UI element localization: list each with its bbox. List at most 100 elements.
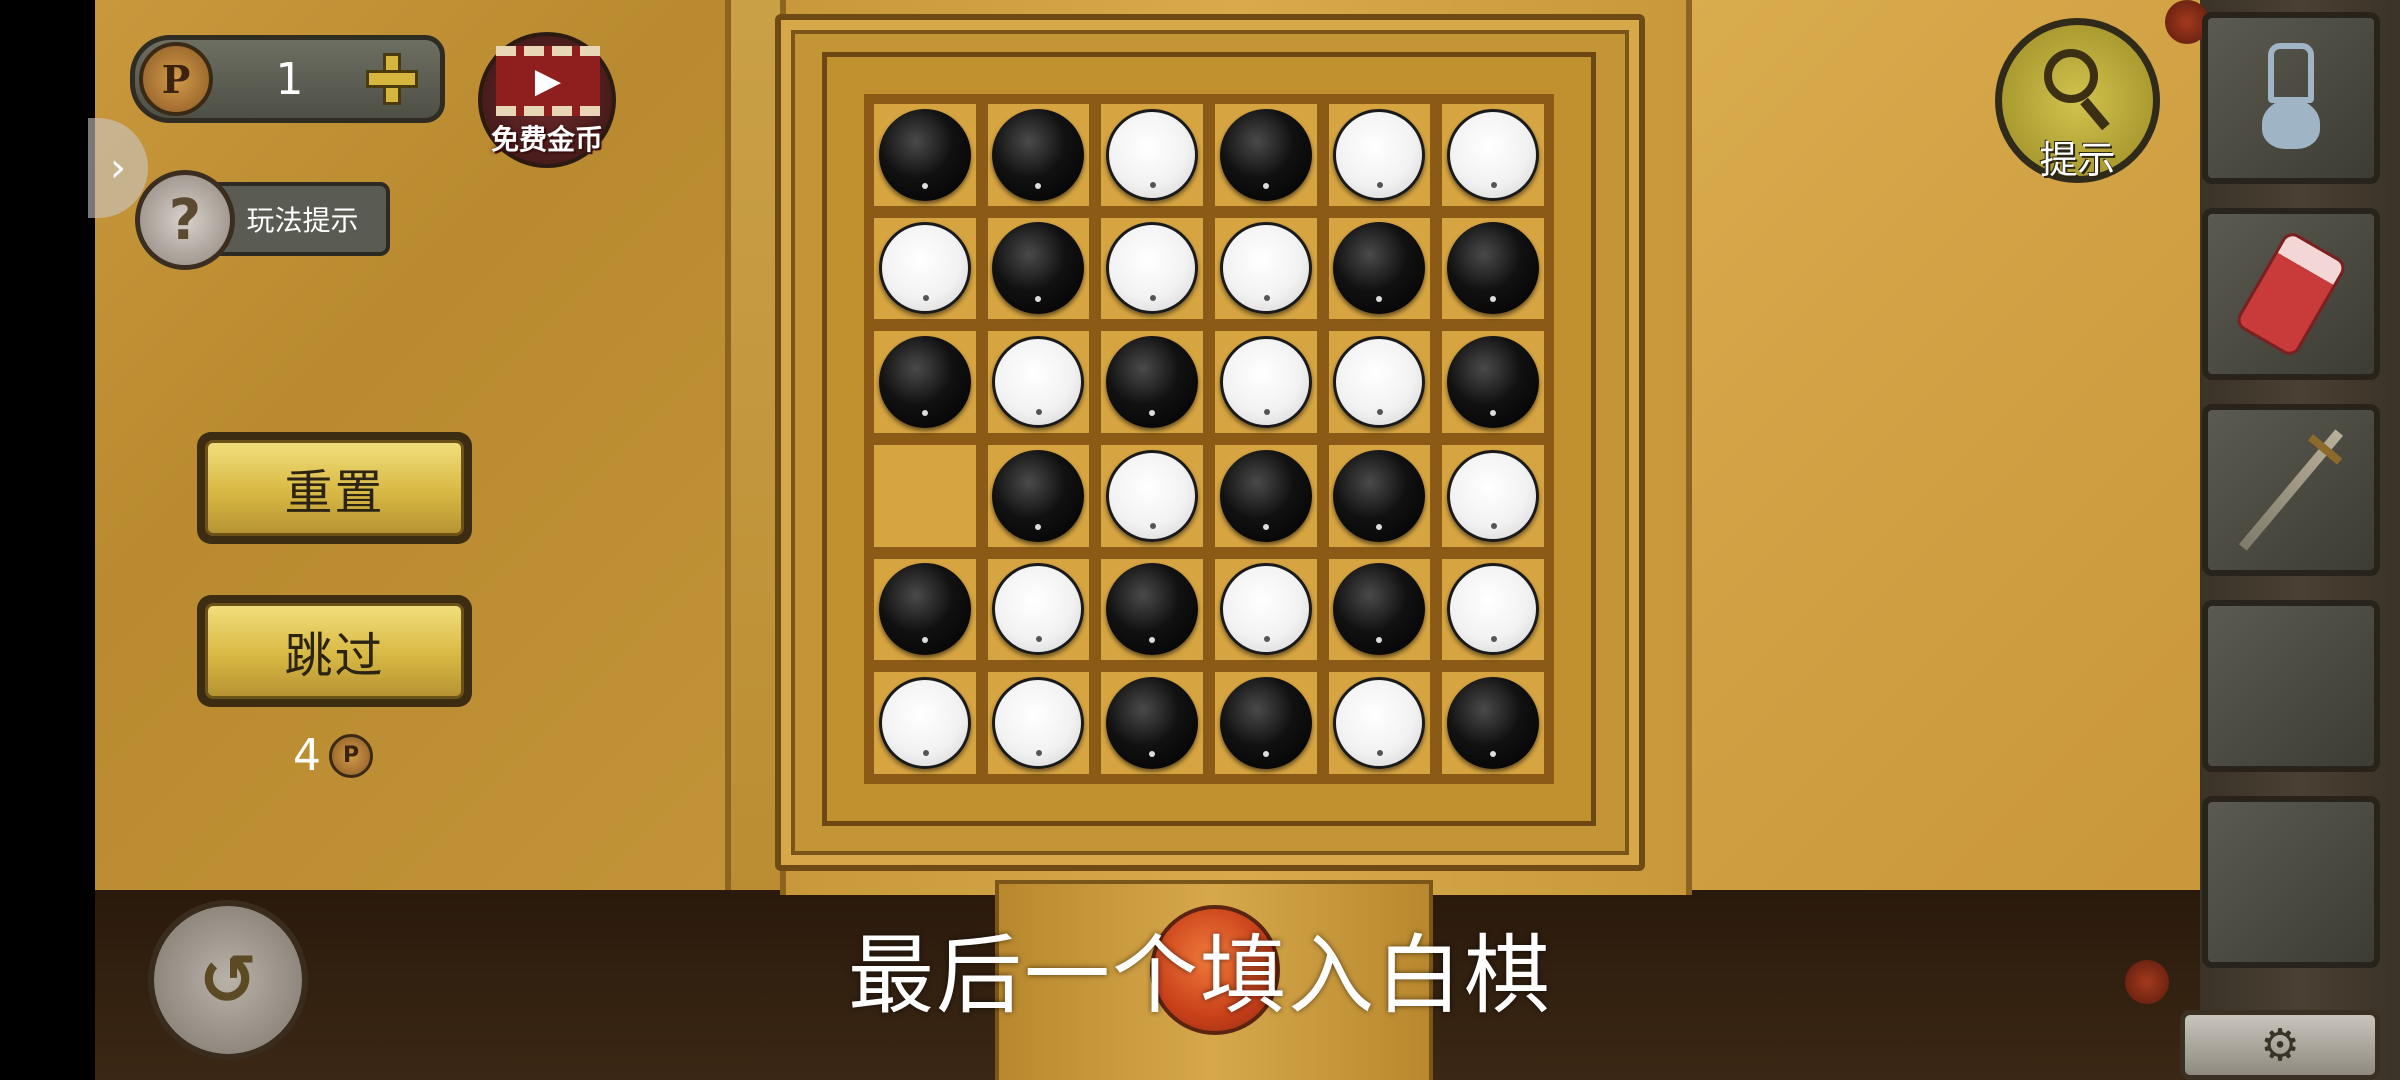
board-cell-4-4[interactable] (1214, 444, 1317, 547)
black-stone (1333, 563, 1426, 656)
black-stone (1333, 449, 1426, 542)
berry-decoration (2125, 960, 2169, 1004)
board-cell-6-5[interactable] (1328, 672, 1431, 774)
coin-icon: P (139, 42, 213, 116)
film-play-icon: ▶ (496, 46, 600, 116)
inventory-slot-4[interactable] (2202, 600, 2380, 772)
board-cell-6-2[interactable] (987, 672, 1090, 774)
white-stone (1106, 222, 1199, 315)
gear-icon: ⚙ (2260, 1019, 2300, 1071)
black-stone (1219, 108, 1312, 201)
black-stone (1219, 677, 1312, 770)
black-stone (1106, 563, 1199, 656)
black-stone (1447, 677, 1540, 770)
gameplay-help-button[interactable]: 玩法提示 ? (135, 170, 390, 270)
board-cell-4-1[interactable] (874, 444, 976, 547)
white-stone (1106, 108, 1199, 201)
white-stone (1106, 449, 1199, 542)
can-opener-icon (2256, 43, 2326, 153)
white-stone (1333, 108, 1426, 201)
black-stone (1219, 449, 1312, 542)
white-stone (992, 336, 1085, 429)
board-cell-1-6[interactable] (1442, 104, 1544, 206)
white-stone (878, 222, 971, 315)
white-stone (1447, 563, 1540, 656)
coin-count: 1 (275, 53, 304, 105)
inventory-slot-3[interactable] (2202, 404, 2380, 576)
settings-button[interactable]: ⚙ (2180, 1010, 2380, 1080)
board-cell-1-4[interactable] (1214, 104, 1317, 206)
reset-label: 重置 (205, 440, 464, 536)
black-stone (1106, 677, 1199, 770)
skip-cost: 4 P (293, 730, 373, 781)
reset-button[interactable]: 重置 (197, 432, 472, 544)
coin-icon: P (329, 733, 373, 778)
black-stone (992, 108, 1085, 201)
board-cell-5-1[interactable] (874, 558, 976, 661)
white-stone (1333, 336, 1426, 429)
board-cell-6-6[interactable] (1442, 672, 1544, 774)
board-cell-6-4[interactable] (1214, 672, 1317, 774)
black-stone (878, 108, 971, 201)
board-cell-6-3[interactable] (1101, 672, 1203, 774)
board-cell-6-1[interactable] (874, 672, 976, 774)
white-stone (1219, 563, 1312, 656)
board-cell-2-1[interactable] (874, 217, 976, 320)
subtitle-caption: 最后一个填入白棋 (848, 926, 1552, 1026)
board-cell-2-3[interactable] (1101, 217, 1203, 320)
board-cell-5-5[interactable] (1328, 558, 1431, 661)
board-cell-2-2[interactable] (987, 217, 1090, 320)
board-cell-1-3[interactable] (1101, 104, 1203, 206)
white-stone (1333, 677, 1426, 770)
add-coins-button[interactable] (366, 53, 418, 105)
magnifier-handle (2080, 97, 2110, 131)
black-stone (1333, 222, 1426, 315)
board-cell-2-4[interactable] (1214, 217, 1317, 320)
free-coins-label: 免费金币 (490, 123, 603, 156)
black-stone (1447, 336, 1540, 429)
red-bottle-icon (2233, 228, 2349, 360)
board-cell-3-5[interactable] (1328, 331, 1431, 433)
board-cell-4-3[interactable] (1101, 444, 1203, 547)
board-cell-3-3[interactable] (1101, 331, 1203, 433)
white-stone (878, 677, 971, 770)
board-cell-3-4[interactable] (1214, 331, 1317, 433)
inventory-slot-2[interactable] (2202, 208, 2380, 380)
board-cell-4-2[interactable] (987, 444, 1090, 547)
black-stone (1106, 336, 1199, 429)
board-cell-1-1[interactable] (874, 104, 976, 206)
question-icon: ? (135, 170, 235, 270)
board-cell-1-5[interactable] (1328, 104, 1431, 206)
white-stone (992, 677, 1085, 770)
board-cell-4-6[interactable] (1442, 444, 1544, 547)
board-cell-1-2[interactable] (987, 104, 1090, 206)
black-stone (992, 449, 1085, 542)
board-cell-2-5[interactable] (1328, 217, 1431, 320)
black-stone (878, 336, 971, 429)
white-stone (1447, 108, 1540, 201)
inventory-slot-5[interactable] (2202, 796, 2380, 968)
magnifier-icon (2044, 49, 2098, 103)
black-stone (992, 222, 1085, 315)
white-stone (992, 563, 1085, 656)
free-coins-video-button[interactable]: ▶ 免费金币 (478, 32, 616, 168)
white-stone (1219, 336, 1312, 429)
hint-label: 提示 (2039, 138, 2116, 182)
board-cell-5-6[interactable] (1442, 558, 1544, 661)
board-cell-2-6[interactable] (1442, 217, 1544, 320)
skip-cost-amount: 4 (293, 730, 321, 781)
skip-button[interactable]: 跳过 (197, 595, 472, 707)
board-cell-5-2[interactable] (987, 558, 1090, 661)
board-cell-3-1[interactable] (874, 331, 976, 433)
board-cell-4-5[interactable] (1328, 444, 1431, 547)
white-stone (1219, 222, 1312, 315)
inventory-slot-1[interactable] (2202, 12, 2380, 184)
board-cell-5-4[interactable] (1214, 558, 1317, 661)
coin-counter: P 1 (130, 35, 445, 123)
board-cell-5-3[interactable] (1101, 558, 1203, 661)
board-cell-3-2[interactable] (987, 331, 1090, 433)
hint-button[interactable]: 提示 (1995, 18, 2160, 183)
help-label: 玩法提示 (215, 182, 390, 256)
board-cell-3-6[interactable] (1442, 331, 1544, 433)
black-stone (1447, 222, 1540, 315)
